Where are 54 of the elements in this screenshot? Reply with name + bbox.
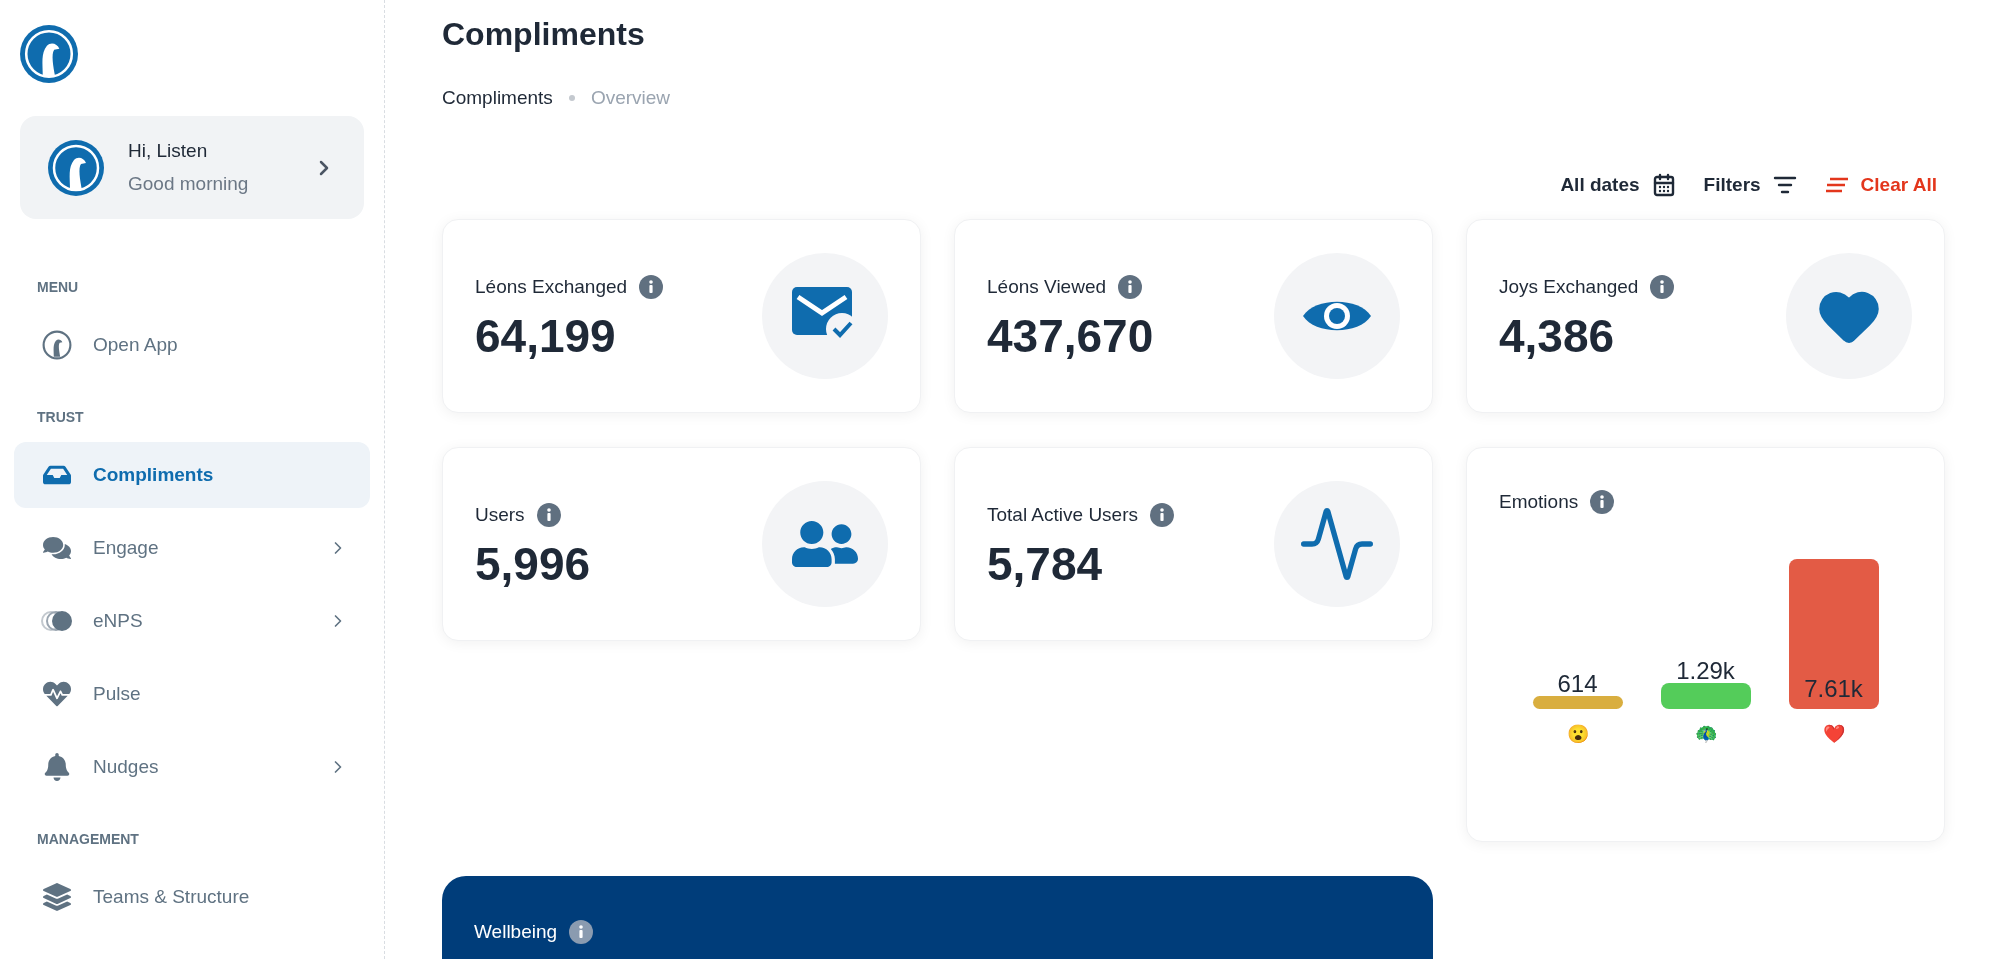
category-label: 🦚 [1694,724,1717,743]
nav-item[interactable]: Compliments [14,442,370,508]
category-label: 😮 [1566,724,1589,743]
value-label: 7.61k [1803,676,1864,701]
info-icon[interactable] [1118,275,1143,299]
nav-item[interactable]: Open App [14,312,370,378]
filter-button[interactable]: Filters [1703,170,1797,199]
bird-icon [42,330,72,360]
nav-item[interactable]: Nudges [14,734,370,800]
nav-item[interactable]: Engage [14,515,370,581]
filter-button[interactable]: All dates [1560,170,1676,199]
nav-item[interactable]: Teams & Structure [14,864,370,930]
stat-value: 437,670 [987,313,1154,360]
heartbeat-icon [43,680,71,708]
logo-icon [20,25,78,83]
category-label: ❤ [1822,724,1845,743]
section-heading: MENU [36,278,80,297]
section-heading: TRUST [36,408,85,427]
stat-label: Léons Exchanged [475,274,628,299]
info-icon[interactable] [1590,490,1615,515]
page-title: Compliments [442,15,646,54]
nav-item[interactable]: eNPS [14,588,370,654]
value-label: 1.29k [1675,659,1736,684]
layers-icon [43,883,71,911]
chat-icon [43,534,71,562]
card-title: Emotions [1499,490,1579,514]
nav-item[interactable]: Pulse [14,661,370,727]
stat-label: Léons Viewed [987,274,1107,299]
stat-label: Total Active Users [987,502,1138,527]
breadcrumb-link[interactable]: Overview [590,84,671,113]
avatar-icon [48,139,104,196]
info-icon[interactable] [569,920,594,945]
stat-value: 64,199 [475,313,617,360]
profile-card[interactable]: Hi, Listen Good morning [20,116,364,219]
bell-icon [43,753,71,781]
toggle-circles-icon [41,610,73,632]
greeting-title: Hi, Listen [128,139,209,163]
value-label: 614 [1556,672,1599,697]
stat-label: Users [475,502,525,527]
stat-label: Joys Exchanged [1499,274,1639,299]
info-icon[interactable] [1650,275,1675,299]
calendar-icon [1651,172,1676,197]
greeting-subtitle: Good morning [128,171,250,196]
info-icon[interactable] [639,275,664,299]
card-title: Wellbeing [474,920,558,944]
clear-lines-icon [1824,176,1849,193]
stat-value: 5,784 [987,541,1104,588]
stat-value: 5,996 [475,541,591,588]
clear-all-button[interactable]: Clear All [1824,170,1937,199]
section-heading: MANAGEMENT [36,830,140,849]
info-icon[interactable] [1150,503,1174,527]
breadcrumb-link[interactable]: Compliments [442,84,553,113]
info-icon[interactable] [536,503,561,527]
stat-value: 4,386 [1499,313,1616,360]
